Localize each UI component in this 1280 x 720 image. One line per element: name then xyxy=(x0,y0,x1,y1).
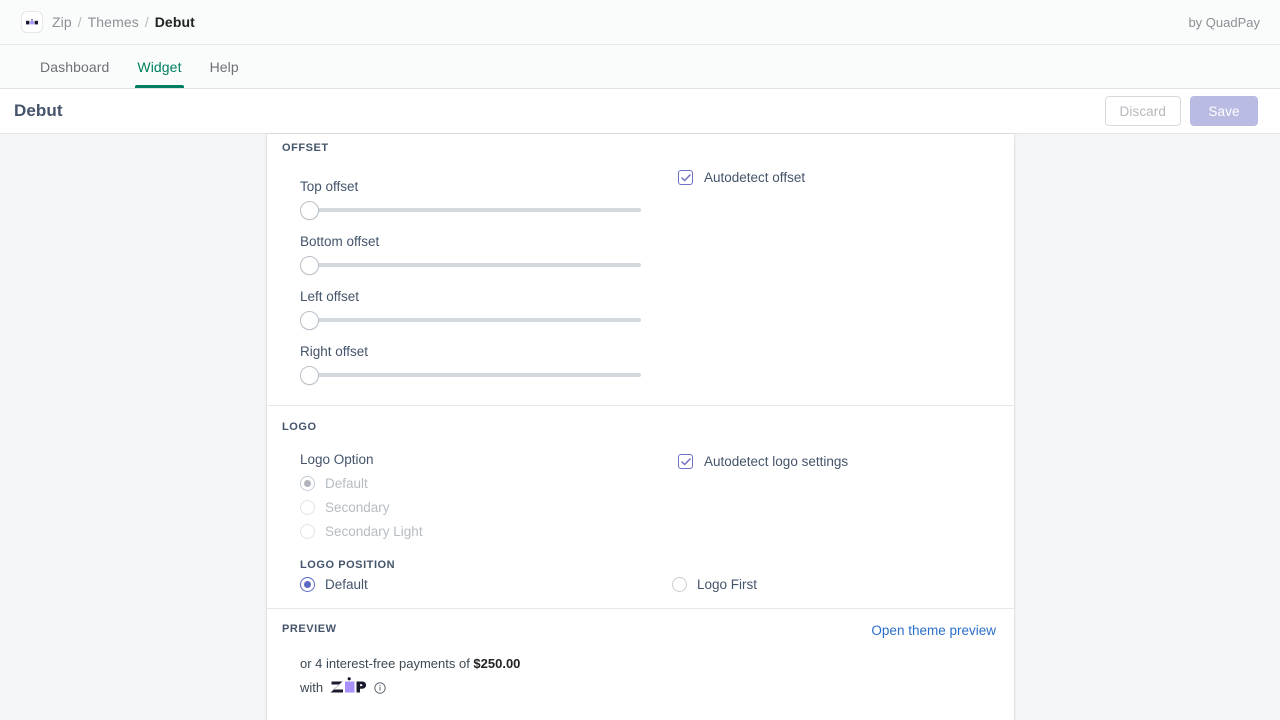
slider-thumb-left-offset[interactable] xyxy=(300,310,319,330)
offset-section: OFFSET Top offset Bottom offset Left off… xyxy=(267,134,1014,405)
logo-position-radio-default[interactable] xyxy=(300,577,315,592)
slider-row-top-offset: Top offset xyxy=(300,179,664,220)
slider-row-left-offset: Left offset xyxy=(300,289,664,330)
logo-option-row-secondary-light: Secondary Light xyxy=(300,524,664,539)
nav-tabs: Dashboard Widget Help xyxy=(0,45,1280,89)
breadcrumb-item-zip[interactable]: Zip xyxy=(52,14,72,30)
autodetect-offset-row[interactable]: Autodetect offset xyxy=(678,170,996,185)
logo-position-default-col: Default xyxy=(282,571,664,592)
logo-position-row-logo-first[interactable]: Logo First xyxy=(672,577,996,592)
autodetect-offset-label: Autodetect offset xyxy=(704,170,806,185)
slider-label-bottom-offset: Bottom offset xyxy=(300,234,380,249)
preview-section: PREVIEW Open theme preview or 4 interest… xyxy=(267,608,1014,720)
slider-right-offset[interactable] xyxy=(300,365,641,385)
preview-section-label: PREVIEW xyxy=(282,623,337,635)
slider-track xyxy=(309,373,641,377)
header-actions: Discard Save xyxy=(1104,96,1258,126)
slider-row-right-offset: Right offset xyxy=(300,344,664,385)
tab-help[interactable]: Help xyxy=(196,45,253,88)
breadcrumb-item-themes[interactable]: Themes xyxy=(88,14,139,30)
tab-widget[interactable]: Widget xyxy=(123,45,195,88)
logo-option-label-default: Default xyxy=(325,476,368,491)
logo-option-label-secondary-light: Secondary Light xyxy=(325,524,423,539)
tab-dashboard[interactable]: Dashboard xyxy=(26,45,123,88)
preview-line-1: or 4 interest-free payments of $250.00 xyxy=(300,656,996,671)
logo-section-label: LOGO xyxy=(282,421,317,433)
discard-button[interactable]: Discard xyxy=(1104,96,1181,126)
page-body: OFFSET Top offset Bottom offset Left off… xyxy=(0,134,1280,720)
logo-position-row-default[interactable]: Default xyxy=(300,577,664,592)
slider-row-bottom-offset: Bottom offset xyxy=(300,234,664,275)
breadcrumb-separator: / xyxy=(144,14,149,30)
logo-section: LOGO Logo Option Default Secondary Secon… xyxy=(267,405,1014,608)
logo-option-row-default: Default xyxy=(300,476,664,491)
byline: by QuadPay xyxy=(1188,14,1260,30)
radio-dot xyxy=(304,480,311,487)
preview-note: The preview above represents how the wid… xyxy=(282,698,996,720)
logo-option-radio-default xyxy=(300,476,315,491)
slider-thumb-right-offset[interactable] xyxy=(300,365,319,385)
slider-track xyxy=(309,318,641,322)
preview-with-text: with xyxy=(300,680,324,695)
slider-track xyxy=(309,263,641,267)
logo-position-label-default: Default xyxy=(325,577,368,592)
page-header: Debut Discard Save xyxy=(0,89,1280,134)
offset-sliders: Top offset Bottom offset Left offset Rig… xyxy=(282,168,664,385)
offset-options: Autodetect offset xyxy=(664,168,996,385)
logo-position-label-logo-first: Logo First xyxy=(697,577,758,592)
logo-position-label: LOGO POSITION xyxy=(300,559,396,571)
logo-autodetect: Autodetect logo settings xyxy=(664,452,996,539)
logo-position-radio-logo-first[interactable] xyxy=(672,577,687,592)
preview-line-2: with xyxy=(300,677,996,698)
breadcrumb-item-debut: Debut xyxy=(154,14,195,30)
logo-option-radio-secondary-light xyxy=(300,524,315,539)
logo-option-label-secondary: Secondary xyxy=(325,500,390,515)
widget-preview: or 4 interest-free payments of $250.00 w… xyxy=(282,638,996,698)
info-icon[interactable] xyxy=(374,681,386,694)
slider-track xyxy=(309,208,641,212)
autodetect-logo-label: Autodetect logo settings xyxy=(704,454,849,469)
slider-top-offset[interactable] xyxy=(300,200,641,220)
open-theme-preview-link[interactable]: Open theme preview xyxy=(871,623,996,638)
settings-card: OFFSET Top offset Bottom offset Left off… xyxy=(267,134,1014,720)
radio-dot xyxy=(304,581,311,588)
breadcrumb-separator: / xyxy=(77,14,82,30)
logo-option-title: Logo Option xyxy=(300,452,374,467)
preview-amount: $250.00 xyxy=(473,656,521,671)
logo-options: Logo Option Default Secondary Secondary … xyxy=(282,452,664,539)
logo-option-radio-secondary xyxy=(300,500,315,515)
slider-left-offset[interactable] xyxy=(300,310,641,330)
slider-bottom-offset[interactable] xyxy=(300,255,641,275)
zip-favicon xyxy=(22,12,42,32)
preview-text-prefix: or 4 interest-free payments of xyxy=(300,656,474,671)
zip-logo xyxy=(330,677,367,698)
logo-position-first-col: Logo First xyxy=(664,571,996,592)
autodetect-logo-checkbox[interactable] xyxy=(678,454,693,469)
preview-header: PREVIEW Open theme preview xyxy=(282,623,996,638)
offset-section-label: OFFSET xyxy=(282,142,329,154)
page-title: Debut xyxy=(14,101,63,120)
slider-thumb-bottom-offset[interactable] xyxy=(300,255,319,275)
slider-label-left-offset: Left offset xyxy=(300,289,360,304)
slider-thumb-top-offset[interactable] xyxy=(300,200,319,220)
autodetect-logo-row[interactable]: Autodetect logo settings xyxy=(678,454,996,469)
autodetect-offset-checkbox[interactable] xyxy=(678,170,693,185)
top-bar: Zip / Themes / Debut by QuadPay xyxy=(0,0,1280,45)
slider-label-top-offset: Top offset xyxy=(300,179,359,194)
slider-label-right-offset: Right offset xyxy=(300,344,369,359)
save-button[interactable]: Save xyxy=(1190,96,1258,126)
logo-option-row-secondary: Secondary xyxy=(300,500,664,515)
breadcrumb: Zip / Themes / Debut xyxy=(52,14,195,30)
